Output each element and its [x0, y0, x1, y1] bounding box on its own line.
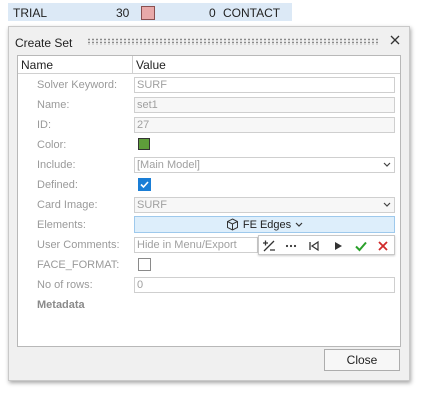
drag-grip[interactable]	[87, 38, 379, 45]
id-field[interactable]: 27	[134, 117, 395, 133]
no-of-rows-field[interactable]: 0	[134, 277, 395, 293]
card-image-select[interactable]: SURF	[134, 197, 395, 213]
card-image-value: SURF	[137, 199, 167, 211]
face-format-checkbox[interactable]	[138, 258, 151, 271]
solver-keyword-field: SURF	[134, 77, 395, 93]
id-label: ID:	[37, 119, 52, 131]
skip-back-icon[interactable]	[307, 239, 321, 253]
include-label: Include:	[37, 159, 76, 171]
no-of-rows-label: No of rows:	[37, 279, 93, 291]
column-header-name[interactable]: Name	[21, 58, 53, 72]
user-comments-field[interactable]: Hide in Menu/Export	[134, 237, 258, 253]
dialog-titlebar[interactable]: Create Set	[9, 27, 409, 55]
column-divider[interactable]	[132, 56, 133, 73]
include-select[interactable]: [Main Model]	[134, 157, 395, 173]
close-icon[interactable]	[376, 239, 390, 253]
dialog-title: Create Set	[15, 36, 73, 50]
metadata-section-label: Metadata	[37, 299, 85, 311]
color-label: Color:	[37, 139, 67, 151]
chevron-down-icon	[383, 202, 391, 207]
column-header-value[interactable]: Value	[136, 58, 166, 72]
user-comments-label: User Comments:	[37, 239, 120, 251]
grid-header: Name Value	[18, 56, 400, 74]
check-icon[interactable]	[354, 239, 368, 253]
card-image-label: Card Image:	[37, 199, 98, 211]
close-button[interactable]: Close	[324, 349, 400, 371]
row-color-swatch	[141, 6, 155, 20]
plus-minus-icon[interactable]	[262, 239, 276, 253]
fe-edges-label: FE Edges	[242, 218, 292, 231]
chevron-down-icon	[295, 222, 303, 227]
chevron-down-icon	[383, 162, 391, 167]
close-icon[interactable]	[387, 32, 403, 48]
more-icon[interactable]	[284, 239, 298, 253]
face-format-label: FACE_FORMAT:	[37, 259, 120, 271]
fe-edges-button[interactable]: FE Edges	[134, 216, 395, 233]
row-name: TRIAL	[13, 6, 48, 20]
checkmark-icon	[140, 181, 149, 189]
defined-checkbox[interactable]	[138, 178, 151, 191]
include-value: [Main Model]	[137, 159, 200, 171]
play-icon[interactable]	[331, 239, 345, 253]
cube-icon	[226, 218, 238, 231]
row-value: 0	[209, 6, 216, 20]
color-swatch[interactable]	[138, 138, 150, 150]
background-list-row[interactable]: TRIAL 30 0 CONTACT	[8, 3, 292, 21]
property-grid: Name Value Solver Keyword: SURF Name: se…	[17, 55, 401, 347]
name-label: Name:	[37, 99, 70, 111]
elements-label: Elements:	[37, 219, 86, 231]
create-set-dialog: Create Set Name Value Solver Keyword: SU…	[8, 26, 410, 381]
defined-label: Defined:	[37, 179, 78, 191]
solver-keyword-label: Solver Keyword:	[37, 79, 118, 91]
name-field[interactable]: set1	[134, 97, 395, 113]
row-count: 30	[116, 6, 130, 20]
row-type: CONTACT	[223, 6, 281, 20]
entity-selector-toolbar	[258, 235, 395, 255]
